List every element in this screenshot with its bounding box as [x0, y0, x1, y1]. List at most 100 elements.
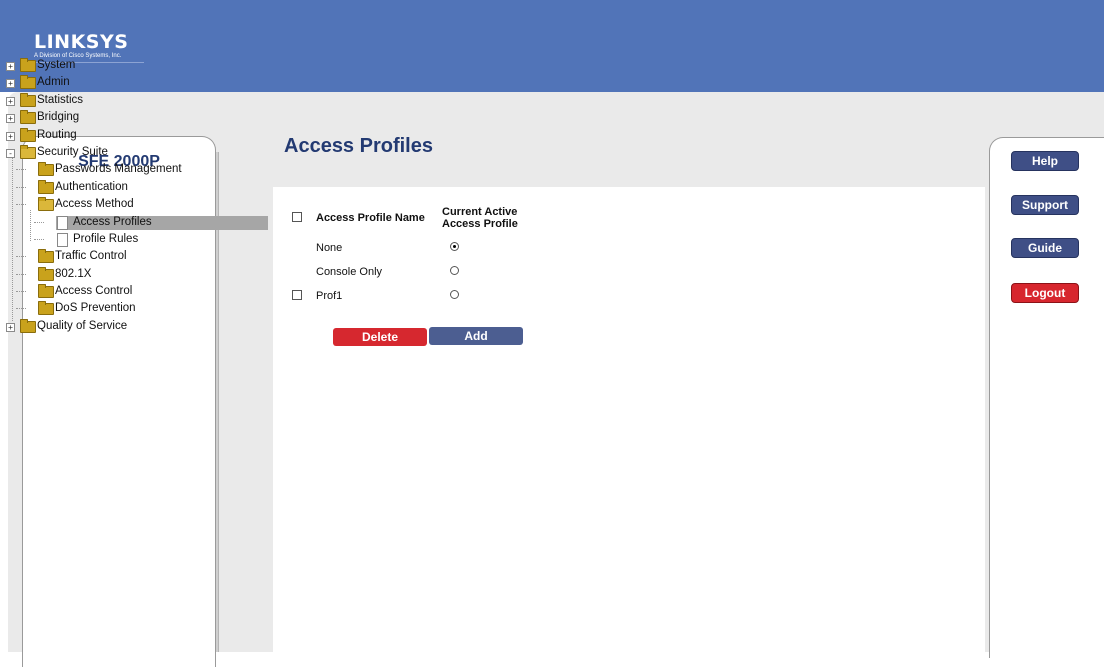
tree-node[interactable]: DoS Prevention — [4, 300, 244, 317]
tree-node-label: Quality of Service — [37, 319, 128, 332]
tree-node-label: Security Suite — [37, 145, 108, 158]
col-header-active-line2: Access Profile — [442, 218, 518, 230]
tree-node[interactable]: + System — [4, 57, 244, 74]
delete-button[interactable]: Delete — [333, 328, 427, 346]
tree-connector — [16, 291, 26, 293]
row-select-cell — [288, 260, 312, 284]
collapse-icon[interactable]: - — [6, 148, 15, 158]
table-row: Console Only — [288, 260, 536, 284]
tree-node[interactable]: + Admin — [4, 74, 244, 91]
folder-icon — [38, 266, 54, 281]
tree-node-label: Traffic Control — [55, 250, 127, 263]
expand-icon[interactable]: + — [6, 96, 15, 106]
tree-node[interactable]: Traffic Control — [4, 248, 244, 265]
active-cell — [438, 260, 536, 284]
tree-node-label: System — [37, 59, 76, 71]
tree-node[interactable]: Profile Rules — [4, 231, 244, 248]
expand-icon[interactable]: + — [6, 322, 15, 332]
tree-node[interactable]: 802.1X — [4, 266, 244, 283]
active-radio[interactable] — [450, 266, 459, 275]
tree-connector — [16, 186, 26, 188]
folder-icon — [20, 58, 36, 72]
add-button[interactable]: Add — [429, 327, 523, 345]
logo-brand: LINKSYS — [34, 31, 129, 53]
tree-node[interactable]: Access Profiles — [4, 214, 268, 231]
tree-connector — [34, 221, 44, 223]
folder-icon — [38, 284, 54, 299]
tree-node-label: Profile Rules — [73, 232, 139, 245]
tree-node-label: DoS Prevention — [55, 302, 136, 315]
tree-node-label: Authentication — [55, 180, 128, 193]
folder-icon — [20, 318, 36, 333]
expand-icon[interactable]: + — [6, 79, 15, 89]
tree-node[interactable]: Passwords Management — [4, 161, 244, 178]
tree-node[interactable]: + Bridging — [4, 109, 244, 126]
folder-open-icon — [38, 197, 54, 212]
tree-node[interactable]: Access Control — [4, 283, 244, 300]
row-select-cell — [288, 284, 312, 308]
table-header-row: Access Profile Name Current Active Acces… — [288, 200, 536, 236]
tree-connector — [16, 204, 26, 206]
folder-icon — [20, 110, 36, 125]
page-icon — [57, 232, 68, 247]
row-select-cell — [288, 236, 312, 260]
select-all-cell — [288, 200, 312, 236]
tree-connector — [16, 256, 26, 258]
select-all-checkbox[interactable] — [292, 211, 302, 222]
tree-connector — [12, 158, 13, 321]
help-button[interactable]: Help — [1011, 151, 1079, 171]
support-button[interactable]: Support — [1011, 195, 1079, 215]
right-panel — [989, 137, 1104, 658]
folder-icon — [38, 301, 54, 316]
tree-node[interactable]: Access Method — [4, 196, 244, 213]
tree-node-label: Statistics — [37, 93, 84, 106]
tree-node-label: Routing — [37, 128, 77, 141]
folder-icon — [38, 179, 54, 194]
tree-node-label: Admin — [37, 76, 70, 89]
tree-connector — [30, 210, 31, 241]
tree-node-label: Passwords Management — [55, 163, 182, 176]
access-profiles-table: Access Profile Name Current Active Acces… — [288, 200, 536, 308]
tree-connector — [16, 273, 26, 275]
expand-icon[interactable]: + — [6, 62, 15, 71]
logout-button[interactable]: Logout — [1011, 283, 1079, 303]
col-header-active: Current Active Access Profile — [438, 200, 536, 236]
folder-icon — [20, 75, 36, 90]
tree-node-label: Access Profiles — [73, 215, 152, 228]
folder-icon — [38, 249, 54, 264]
navigation-tree: + System + Admin + Statistics + Bridging + Routin… — [4, 57, 268, 335]
guide-button[interactable]: Guide — [1011, 238, 1079, 258]
table-row: None — [288, 236, 536, 260]
profile-name: Console Only — [316, 266, 383, 278]
active-radio[interactable] — [450, 242, 459, 251]
tree-node[interactable]: + Routing — [4, 127, 244, 144]
tree-node-label: Access Method — [55, 198, 134, 211]
active-cell — [438, 284, 536, 308]
expand-icon[interactable]: + — [6, 131, 15, 141]
tree-connector — [34, 238, 44, 240]
row-checkbox[interactable] — [292, 289, 302, 300]
tree-node[interactable]: - Security Suite — [4, 144, 244, 161]
page-title: Access Profiles — [284, 135, 433, 157]
tree-node[interactable]: Authentication — [4, 179, 244, 196]
folder-icon — [20, 92, 36, 107]
folder-icon — [20, 127, 36, 142]
profile-name: Prof1 — [316, 290, 343, 302]
active-radio[interactable] — [450, 290, 459, 299]
active-cell — [438, 236, 536, 260]
col-header-active-line1: Current Active — [442, 206, 518, 218]
expand-icon[interactable]: + — [6, 114, 15, 124]
col-header-name: Access Profile Name — [316, 212, 425, 224]
tree-node-label: Bridging — [37, 111, 80, 124]
page-icon — [57, 215, 68, 230]
table-row: Prof1 — [288, 284, 536, 308]
tree-node[interactable]: + Quality of Service — [4, 318, 244, 335]
tree-connector — [16, 308, 26, 310]
profile-name: None — [316, 242, 343, 254]
tree-connector — [16, 169, 26, 171]
tree-node-label: Access Control — [55, 285, 133, 298]
folder-icon — [38, 162, 54, 177]
tree-node-label: 802.1X — [55, 267, 92, 280]
folder-open-icon — [20, 144, 36, 159]
tree-node[interactable]: + Statistics — [4, 92, 244, 109]
